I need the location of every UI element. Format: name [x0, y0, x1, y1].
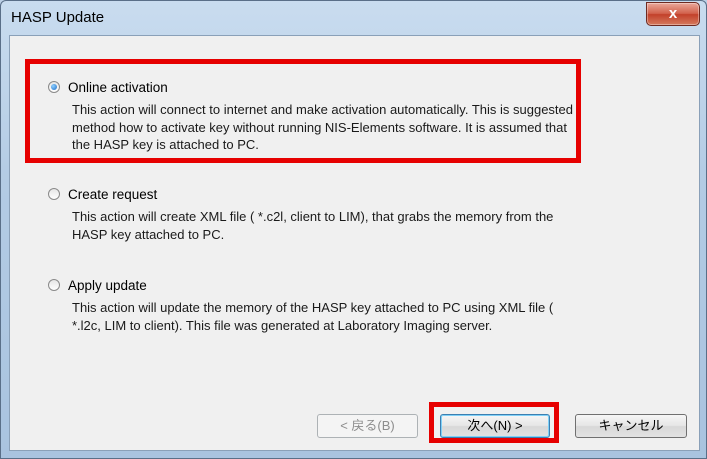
apply-update-label[interactable]: Apply update: [68, 278, 147, 293]
title-bar[interactable]: HASP Update x: [1, 1, 706, 35]
highlight-online-activation: [25, 59, 581, 163]
close-button[interactable]: x: [646, 2, 700, 26]
option-create-request[interactable]: Create request This action will create X…: [48, 186, 582, 243]
window-title: HASP Update: [11, 9, 105, 26]
close-icon: x: [668, 5, 678, 22]
create-request-radio[interactable]: [48, 188, 60, 200]
option-apply-update[interactable]: Apply update This action will update the…: [48, 277, 582, 334]
apply-update-radio[interactable]: [48, 279, 60, 291]
hasp-update-dialog: HASP Update x Online activation This act…: [0, 0, 707, 459]
create-request-label[interactable]: Create request: [68, 187, 157, 202]
create-request-description: This action will create XML file ( *.c2l…: [72, 209, 554, 242]
cancel-button[interactable]: キャンセル: [575, 414, 687, 438]
apply-update-description: This action will update the memory of th…: [72, 300, 554, 333]
back-button[interactable]: < 戻る(B): [317, 414, 418, 438]
highlight-next-button: [429, 402, 559, 443]
